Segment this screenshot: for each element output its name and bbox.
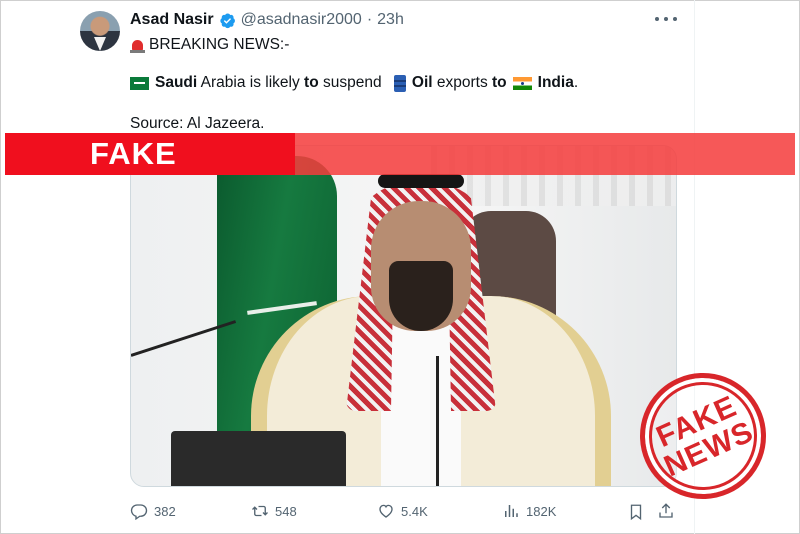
text-exports: exports: [432, 74, 493, 91]
text-suspend: suspend: [318, 74, 386, 91]
fake-banner-label: FAKE: [90, 136, 177, 171]
word-india: India: [537, 74, 574, 91]
bar-chart-icon: [505, 505, 518, 517]
repost-count: 548: [275, 503, 297, 519]
repost-button[interactable]: 548: [251, 502, 297, 520]
saudi-flag-icon: [130, 76, 149, 90]
more-options-icon[interactable]: [655, 13, 677, 25]
reply-count: 382: [154, 503, 176, 519]
author-name[interactable]: Asad Nasir: [130, 11, 214, 29]
avatar[interactable]: [80, 11, 120, 51]
word-oil: Oil: [411, 74, 433, 91]
share-icon[interactable]: [657, 502, 675, 520]
tweet-text-line-1: BREAKING NEWS:-: [130, 36, 289, 54]
tweet-source-line: Source: Al Jazeera.: [130, 115, 265, 132]
tweet-photo[interactable]: [130, 145, 677, 487]
author-handle[interactable]: @asadnasir2000: [241, 11, 362, 29]
reply-button[interactable]: 382: [130, 502, 176, 520]
tweet-timestamp[interactable]: 23h: [377, 11, 404, 29]
repost-icon: [252, 505, 268, 517]
separator-dot: ·: [366, 11, 373, 28]
text-period: .: [573, 74, 579, 91]
tweet-actions: 382 548 5.4K 182K: [130, 502, 677, 522]
siren-emoji-icon: [130, 38, 145, 53]
breaking-news-text: BREAKING NEWS:-: [149, 36, 290, 53]
word-to-1: to: [304, 74, 319, 91]
views-count: 182K: [526, 503, 557, 519]
word-to-2: to: [492, 74, 507, 91]
like-button[interactable]: 5.4K: [377, 502, 428, 520]
heart-icon: [379, 504, 393, 518]
oil-barrel-icon: [393, 74, 406, 92]
bookmark-icon[interactable]: [627, 503, 645, 521]
like-count: 5.4K: [401, 503, 428, 519]
word-saudi: Saudi: [155, 74, 198, 91]
india-flag-icon: [512, 76, 532, 90]
tweet-header: Asad Nasir @asadnasir2000 · 23h: [130, 9, 404, 31]
tweet-text-line-2: Saudi Arabia is likely to suspend Oil ex…: [130, 74, 578, 92]
views-button[interactable]: 182K: [502, 502, 556, 520]
reply-icon: [130, 504, 148, 520]
text-arabia-likely: Arabia is likely: [197, 74, 305, 91]
verified-badge-icon: [219, 13, 235, 28]
